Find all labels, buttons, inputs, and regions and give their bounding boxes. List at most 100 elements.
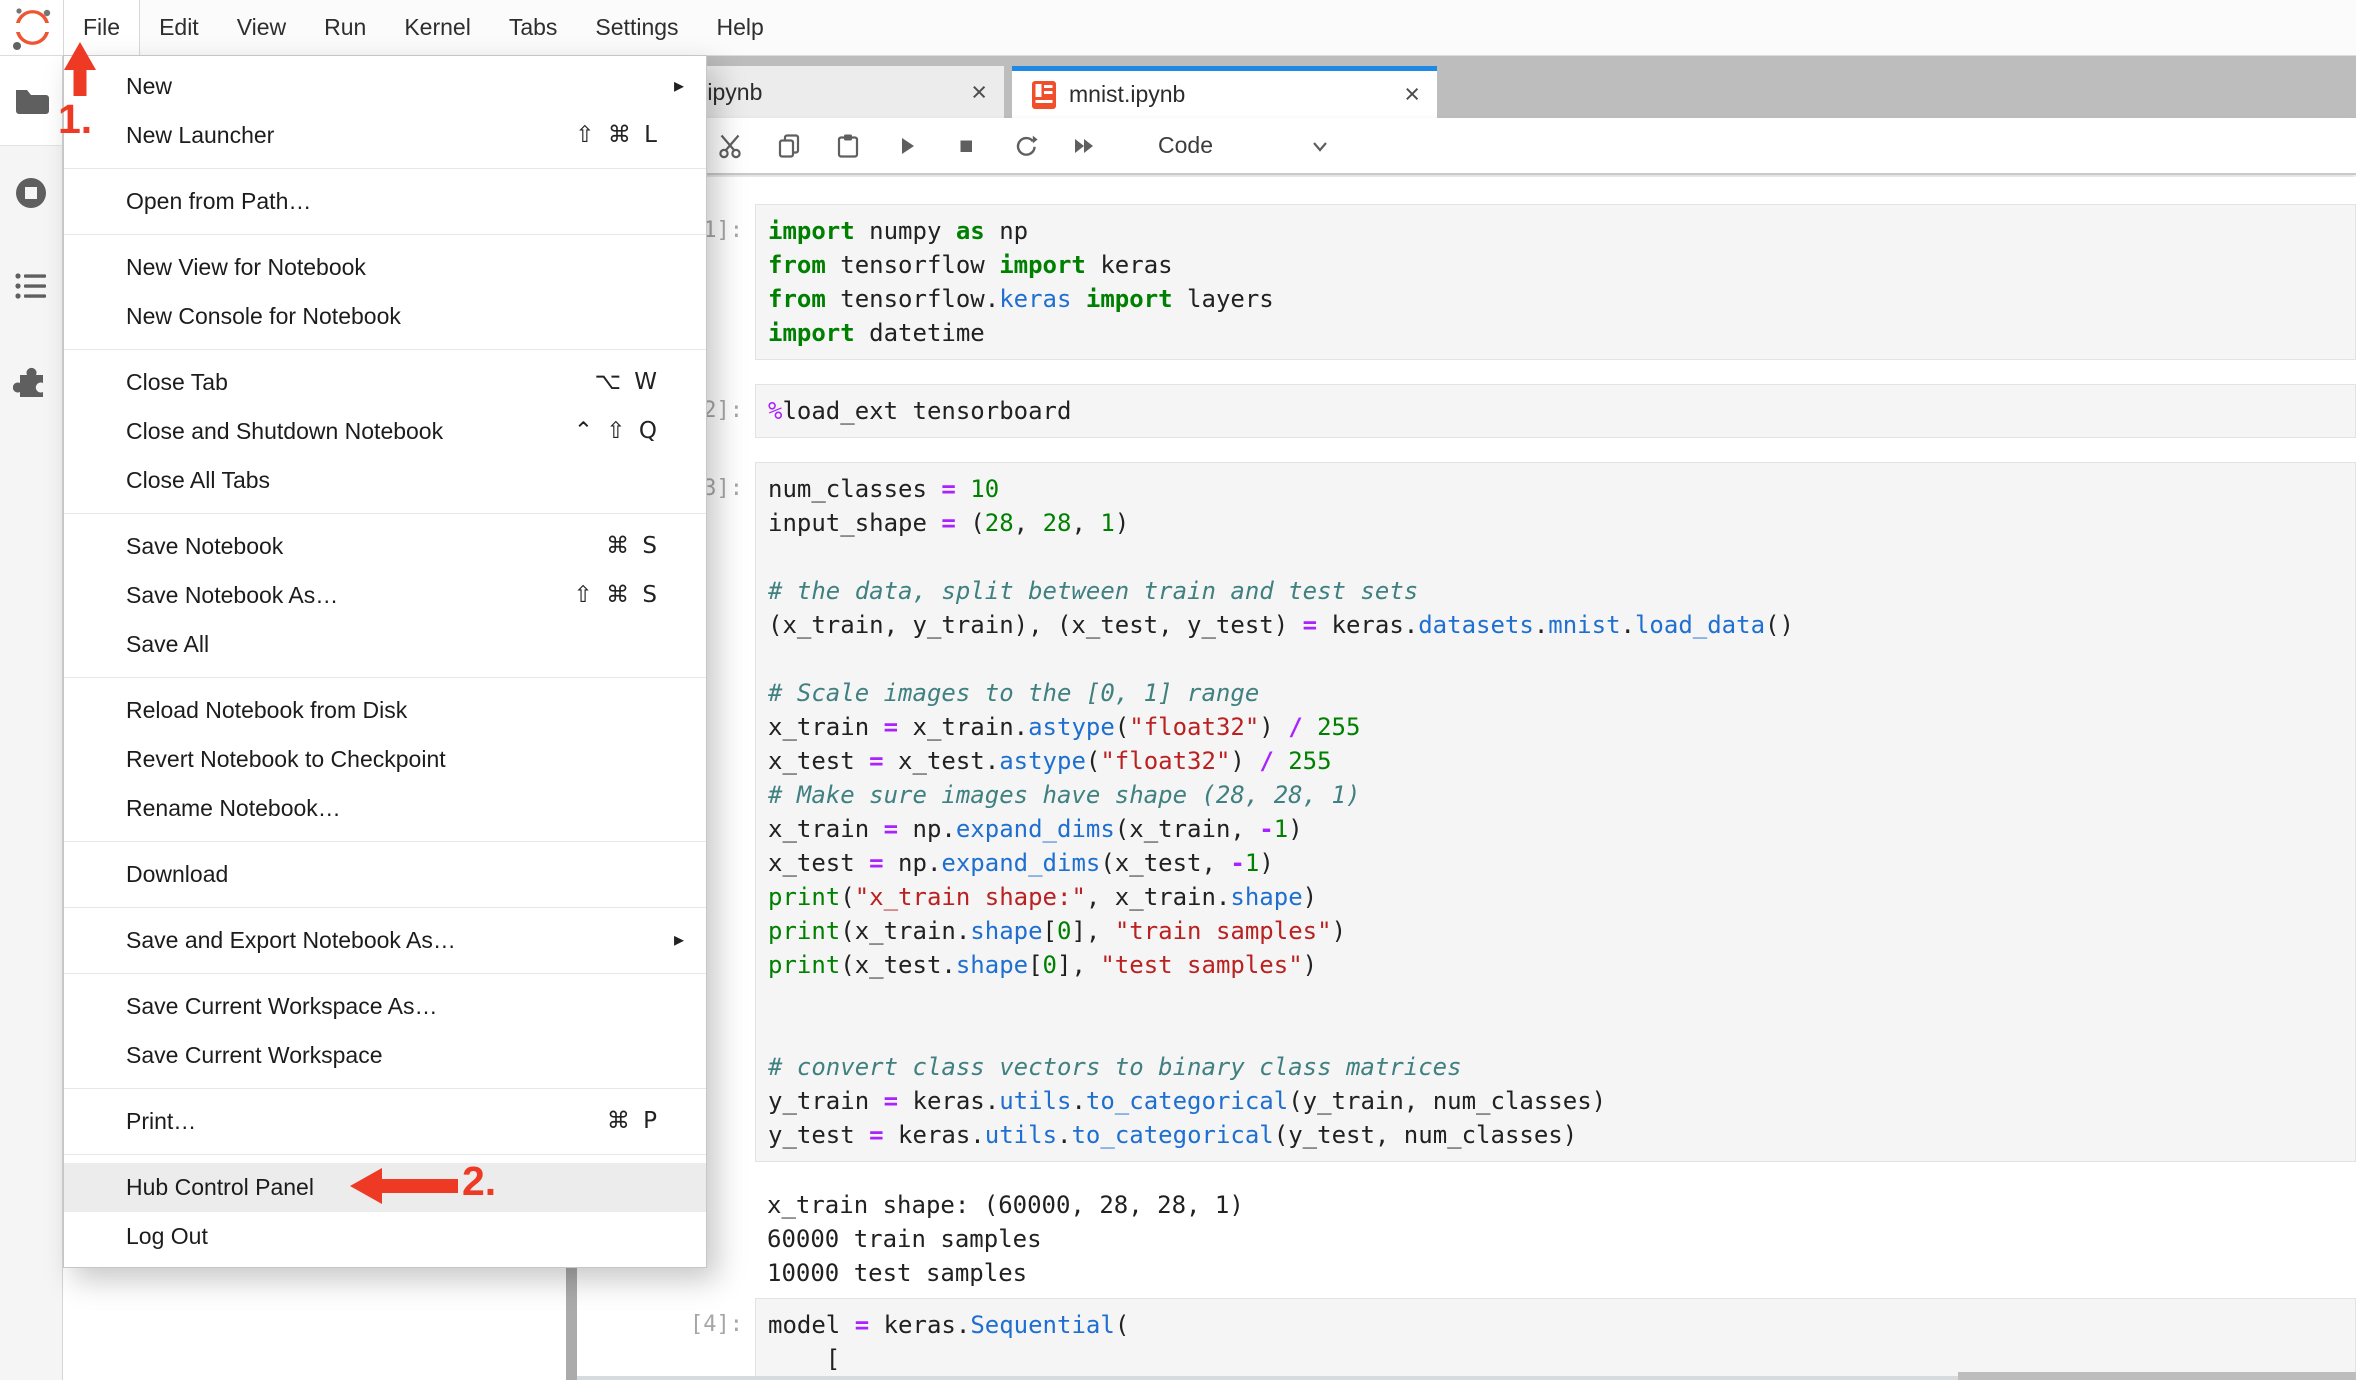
file-menu-item-download[interactable]: Download (64, 850, 706, 899)
menu-item-label: Save Notebook (126, 533, 284, 559)
code-line: import datetime (768, 319, 985, 347)
menu-separator (64, 513, 706, 514)
dock-tab-bar: .ipynb × mnist.ipynb × (577, 56, 2356, 118)
menu-item-label: Download (126, 861, 229, 887)
stop-kernel-icon[interactable] (953, 133, 979, 159)
file-menu-item-save-current-workspace[interactable]: Save Current Workspace (64, 1031, 706, 1080)
file-menu-item-print[interactable]: Print… ⌘ P (64, 1097, 706, 1146)
cell-editor[interactable]: num_classes = 10 input_shape = (28, 28, 1… (755, 462, 2356, 1162)
close-icon[interactable]: × (971, 78, 987, 106)
menu-item-shortcut: ⌃ ⇧ Q (573, 418, 660, 444)
cell-editor[interactable]: %load_ext tensorboard (755, 384, 2356, 438)
menu-item-label: Rename Notebook… (126, 795, 341, 821)
file-menu-item-save-notebook[interactable]: Save Notebook ⌘ S (64, 522, 706, 571)
annotation-step-1: 1. (58, 96, 93, 142)
menu-separator (64, 841, 706, 842)
notebook-panel: [1]: import numpy as np from tensorflow im… (577, 177, 2356, 1380)
run-cell-icon[interactable] (894, 133, 920, 159)
code-line: from tensorflow.keras import layers (768, 285, 1274, 313)
code-line: x_train = x_train.astype("float32") / 25… (768, 713, 1361, 741)
copy-cells-icon[interactable] (776, 133, 802, 159)
jupyter-logo (0, 0, 63, 55)
menu-item-label: Save Current Workspace As… (126, 993, 438, 1019)
activity-bar (0, 56, 63, 1380)
file-menu-item-new-launcher[interactable]: New Launcher ⇧ ⌘ L (64, 111, 706, 160)
cell-editor[interactable]: import numpy as np from tensorflow import… (755, 204, 2356, 360)
code-line: # convert class vectors to binary class … (768, 1053, 1462, 1081)
file-menu-item-save-notebook-as[interactable]: Save Notebook As… ⇧ ⌘ S (64, 571, 706, 620)
file-menu-item-new[interactable]: New ▸ (64, 62, 706, 111)
file-menu-item-close-tab[interactable]: Close Tab ⌥ W (64, 358, 706, 407)
menubar-item-view[interactable]: View (218, 0, 305, 55)
menu-item-label: New View for Notebook (126, 254, 366, 280)
table-of-contents-icon[interactable] (13, 268, 49, 304)
output-line: 10000 test samples (767, 1259, 1028, 1287)
menubar-item-tabs[interactable]: Tabs (490, 0, 577, 55)
restart-run-all-icon[interactable] (1071, 133, 1097, 159)
menu-item-label: New Launcher (126, 122, 275, 148)
restart-kernel-icon[interactable] (1012, 133, 1038, 159)
file-menu-item-open-from-path[interactable]: Open from Path… (64, 177, 706, 226)
code-line: # Scale images to the [0, 1] range (768, 679, 1260, 707)
cell-type-dropdown[interactable]: Code (1158, 132, 1332, 159)
menu-item-label: Save and Export Notebook As… (126, 927, 456, 953)
menubar: File Edit View Run Kernel Tabs Settings Help (0, 0, 2356, 56)
submenu-arrow-icon: ▸ (673, 929, 684, 951)
menu-item-label: Revert Notebook to Checkpoint (126, 746, 446, 772)
menubar-item-edit[interactable]: Edit (140, 0, 218, 55)
file-menu-item-log-out[interactable]: Log Out (64, 1212, 706, 1261)
code-line: x_test = x_test.astype("float32") / 255 (768, 747, 1332, 775)
menu-item-label: New (126, 73, 173, 99)
file-browser-icon[interactable] (13, 82, 49, 118)
menubar-item-settings[interactable]: Settings (576, 0, 697, 55)
code-line: num_classes = 10 (768, 475, 1000, 503)
annotation-arrow-1 (64, 42, 96, 96)
menu-separator (64, 1088, 706, 1089)
extensions-puzzle-icon[interactable] (13, 361, 49, 397)
menu-separator (64, 677, 706, 678)
file-menu-item-new-console-for-notebook[interactable]: New Console for Notebook (64, 292, 706, 341)
file-menu-item-new-view-for-notebook[interactable]: New View for Notebook (64, 243, 706, 292)
menu-item-shortcut: ⌘ S (606, 533, 660, 559)
output-line: x_train shape: (60000, 28, 28, 1) (767, 1191, 1244, 1219)
code-line: print("x_train shape:", x_train.shape) (768, 883, 1318, 911)
cell-editor[interactable]: model = keras.Sequential( [ (755, 1298, 2356, 1380)
paste-cells-icon[interactable] (835, 133, 861, 159)
menubar-item-run[interactable]: Run (305, 0, 385, 55)
notebook-file-icon (1032, 80, 1056, 109)
file-menu-item-revert-notebook-to-checkpoint[interactable]: Revert Notebook to Checkpoint (64, 735, 706, 784)
notebook-cells: [1]: import numpy as np from tensorflow im… (577, 204, 2356, 1380)
annotation-arrow-2 (350, 1168, 458, 1204)
tab-label: mnist.ipynb (1069, 81, 1186, 107)
menubar-item-kernel[interactable]: Kernel (385, 0, 489, 55)
menubar-item-help[interactable]: Help (698, 0, 783, 55)
menu-item-label: Close Tab (126, 369, 228, 395)
file-menu-item-save-all[interactable]: Save All (64, 620, 706, 669)
file-menu-item-save-and-export-notebook-as[interactable]: Save and Export Notebook As… ▸ (64, 916, 706, 965)
menu-separator (64, 1154, 706, 1155)
menu-item-label: Print… (126, 1108, 197, 1134)
cell-output: x_train shape: (60000, 28, 28, 1) 60000 t… (577, 1188, 2356, 1290)
file-menu-item-reload-notebook-from-disk[interactable]: Reload Notebook from Disk (64, 686, 706, 735)
file-menu-item-save-current-workspace-as[interactable]: Save Current Workspace As… (64, 982, 706, 1031)
file-menu-item-close-all-tabs[interactable]: Close All Tabs (64, 456, 706, 505)
menu-separator (64, 168, 706, 169)
code-line: x_train = np.expand_dims(x_train, -1) (768, 815, 1303, 843)
notebook-toolbar: Code (577, 118, 2356, 175)
menu-separator (64, 349, 706, 350)
close-icon[interactable]: × (1404, 81, 1420, 108)
code-line: # the data, split between train and test… (768, 577, 1419, 605)
menu-item-label: Close All Tabs (126, 467, 271, 493)
file-menu-item-rename-notebook[interactable]: Rename Notebook… (64, 784, 706, 833)
running-kernels-icon[interactable] (13, 175, 49, 211)
code-line: %load_ext tensorboard (768, 397, 1072, 425)
tab-mnist-notebook[interactable]: mnist.ipynb × (1012, 66, 1437, 118)
menu-item-label: Reload Notebook from Disk (126, 697, 408, 723)
cut-cells-icon[interactable] (717, 133, 743, 159)
menu-item-label: New Console for Notebook (126, 303, 401, 329)
menubar-items: File Edit View Run Kernel Tabs Settings Help (63, 0, 783, 55)
code-line: # Make sure images have shape (28, 28, 1… (768, 781, 1361, 809)
file-menu-item-close-and-shutdown-notebook[interactable]: Close and Shutdown Notebook ⌃ ⇧ Q (64, 407, 706, 456)
submenu-arrow-icon: ▸ (673, 75, 684, 97)
